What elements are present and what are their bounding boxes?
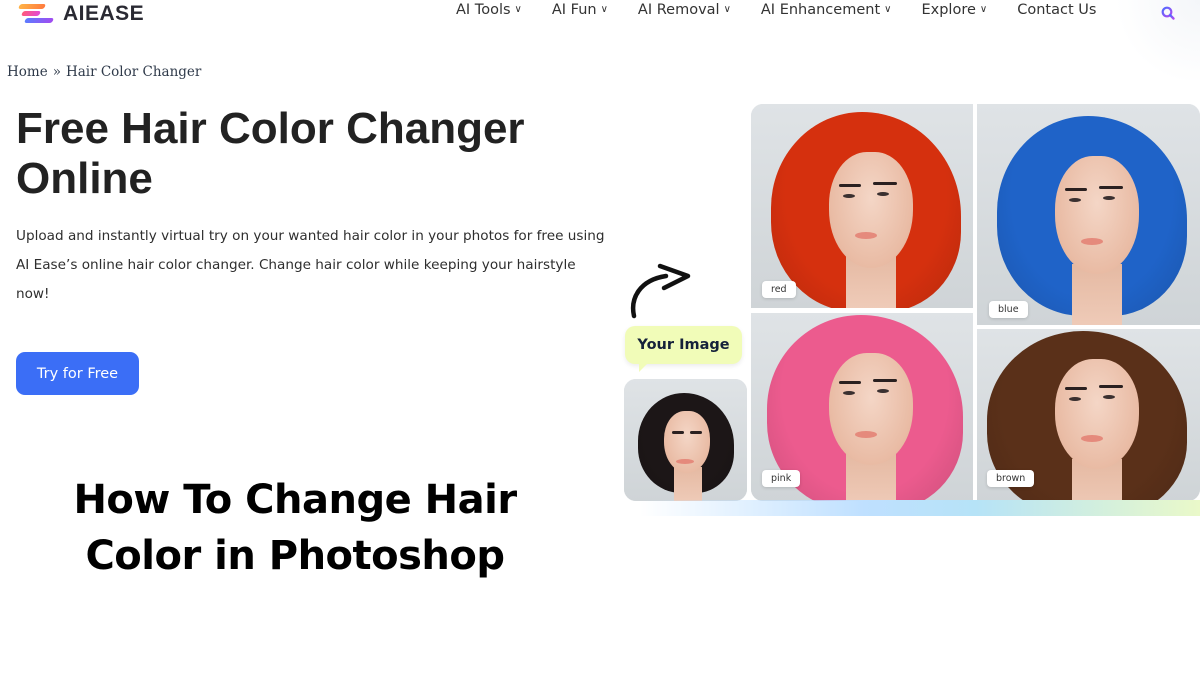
nav-ai-fun[interactable]: AI Fun ∨ [552,2,608,18]
color-tag: brown [987,470,1035,487]
curved-arrow-icon [630,263,691,319]
logo-text: AIEASE [63,2,145,25]
logo-icon [17,3,55,25]
try-for-free-button[interactable]: Try for Free [16,352,139,395]
chevron-down-icon: ∨ [600,3,608,15]
color-tag: red [762,281,796,298]
nav-label: AI Fun [551,2,597,18]
hero-description: Upload and instantly virtual try on your… [16,228,605,302]
search-icon[interactable] [1160,5,1176,21]
original-image[interactable] [624,379,747,501]
breadcrumb-separator: » [52,64,61,80]
nav-ai-removal[interactable]: AI Removal ∨ [638,2,731,18]
decorative-gradient-bar [640,500,1200,516]
result-tile-blue[interactable]: blue [977,104,1200,325]
nav-contact-us[interactable]: Contact Us [1017,2,1096,18]
main-nav: AI Tools ∨ AI Fun ∨ AI Removal ∨ AI Enha… [456,0,1126,20]
page-title: Free Hair Color Changer Online [16,104,525,203]
your-image-label: Your Image [625,326,742,372]
logo[interactable]: AIEASE [17,2,144,26]
nav-label: Explore [921,2,976,18]
nav-ai-tools[interactable]: AI Tools ∨ [456,2,522,18]
chevron-down-icon: ∨ [723,3,731,15]
nav-label: AI Removal [637,2,720,18]
result-tile-brown[interactable]: brown [977,329,1200,501]
article-title-overlay: How To Change Hair Color in Photoshop [73,477,517,579]
breadcrumb-current: Hair Color Changer [65,64,202,80]
nav-label: AI Enhancement [760,2,881,18]
chevron-down-icon: ∨ [979,3,988,15]
nav-label: Contact Us [1017,2,1097,18]
nav-explore[interactable]: Explore ∨ [921,2,987,18]
chevron-down-icon: ∨ [514,3,522,15]
result-tile-red[interactable]: red [751,104,973,308]
result-tile-pink[interactable]: pink [751,313,973,501]
nav-ai-enhancement[interactable]: AI Enhancement ∨ [761,2,892,18]
color-tag: blue [989,301,1028,318]
chevron-down-icon: ∨ [884,3,892,15]
breadcrumb: Home » Hair Color Changer [7,64,201,80]
nav-label: AI Tools [456,2,511,18]
breadcrumb-home[interactable]: Home [7,64,48,80]
color-tag: pink [762,470,801,487]
